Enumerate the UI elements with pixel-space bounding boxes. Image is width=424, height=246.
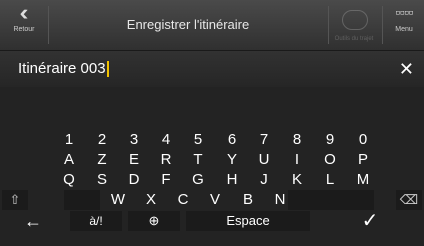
key-y[interactable]: Y	[220, 150, 244, 170]
page-title: Enregistrer l'itinéraire	[126, 17, 250, 32]
key-n[interactable]: N	[268, 190, 292, 210]
menu-button[interactable]: ▫▫▫▫ Menu	[384, 0, 424, 50]
key-5[interactable]: 5	[186, 131, 210, 151]
space-key[interactable]: Espace	[186, 211, 310, 231]
keyboard-row-2: AZERTYUIOP	[0, 150, 424, 172]
key-m[interactable]: M	[351, 170, 375, 190]
key-x[interactable]: X	[139, 190, 163, 210]
shift-key[interactable]: ⇧	[2, 190, 28, 210]
key-l[interactable]: L	[318, 170, 342, 190]
route-name-input[interactable]: Itinéraire 003	[18, 51, 109, 87]
back-label: Retour	[13, 26, 35, 33]
key-o[interactable]: O	[318, 150, 342, 170]
key-e[interactable]: E	[122, 150, 146, 170]
backspace-key[interactable]: ⌫	[396, 190, 422, 210]
close-icon[interactable]: ✕	[399, 51, 414, 87]
double-chevron-left-icon: ‹‹	[19, 0, 29, 25]
key-k[interactable]: K	[285, 170, 309, 190]
key-b[interactable]: B	[236, 190, 260, 210]
blank-key	[288, 190, 374, 210]
key-0[interactable]: 0	[351, 131, 375, 151]
key-z[interactable]: Z	[90, 150, 114, 170]
key-3[interactable]: 3	[122, 131, 146, 151]
back-arrow-key[interactable]: ←	[8, 211, 58, 231]
key-4[interactable]: 4	[154, 131, 178, 151]
divider	[382, 6, 383, 44]
key-6[interactable]: 6	[220, 131, 244, 151]
key-2[interactable]: 2	[90, 131, 114, 151]
key-f[interactable]: F	[154, 170, 178, 190]
key-p[interactable]: P	[351, 150, 375, 170]
tools-label: Outils du trajet	[334, 36, 374, 42]
key-i[interactable]: I	[285, 150, 309, 170]
text-cursor	[106, 61, 109, 78]
tools-button[interactable]: Outils du trajet	[328, 0, 380, 50]
header-bar: ‹‹ Retour Enregistrer l'itinéraire Outil…	[0, 0, 424, 51]
menu-grid-icon: ▫▫▫▫	[395, 8, 414, 18]
on-screen-keyboard: 1234567890 AZERTYUIOP QSDFGHJKLM ⇧ ⌫ WXC…	[0, 87, 424, 246]
key-8[interactable]: 8	[285, 131, 309, 151]
keyboard-row-4: ⇧ ⌫ WXCVBN	[0, 190, 424, 212]
keyboard-row-3: QSDFGHJKLM	[0, 170, 424, 192]
speech-bubble-icon	[342, 10, 368, 30]
keyboard-row-bottom: ← à/! ⊕ Espace ✓	[0, 211, 424, 233]
route-name-field[interactable]: Itinéraire 003 ✕	[0, 51, 424, 87]
route-name-value: Itinéraire 003	[18, 60, 106, 77]
symbols-key[interactable]: à/!	[70, 211, 122, 231]
key-9[interactable]: 9	[318, 131, 342, 151]
key-c[interactable]: C	[171, 190, 195, 210]
key-h[interactable]: H	[220, 170, 244, 190]
checkmark-icon[interactable]: ✓	[340, 211, 400, 231]
key-7[interactable]: 7	[252, 131, 276, 151]
key-a[interactable]: A	[57, 150, 81, 170]
globe-icon[interactable]: ⊕	[128, 211, 180, 231]
key-q[interactable]: Q	[57, 170, 81, 190]
menu-label: Menu	[395, 26, 413, 33]
key-v[interactable]: V	[203, 190, 227, 210]
key-t[interactable]: T	[186, 150, 210, 170]
key-d[interactable]: D	[122, 170, 146, 190]
key-w[interactable]: W	[106, 190, 130, 210]
key-s[interactable]: S	[90, 170, 114, 190]
key-r[interactable]: R	[154, 150, 178, 170]
key-g[interactable]: G	[186, 170, 210, 190]
key-j[interactable]: J	[252, 170, 276, 190]
key-1[interactable]: 1	[57, 131, 81, 151]
key-u[interactable]: U	[252, 150, 276, 170]
blank-key	[64, 190, 100, 210]
back-button[interactable]: ‹‹ Retour	[0, 0, 48, 50]
